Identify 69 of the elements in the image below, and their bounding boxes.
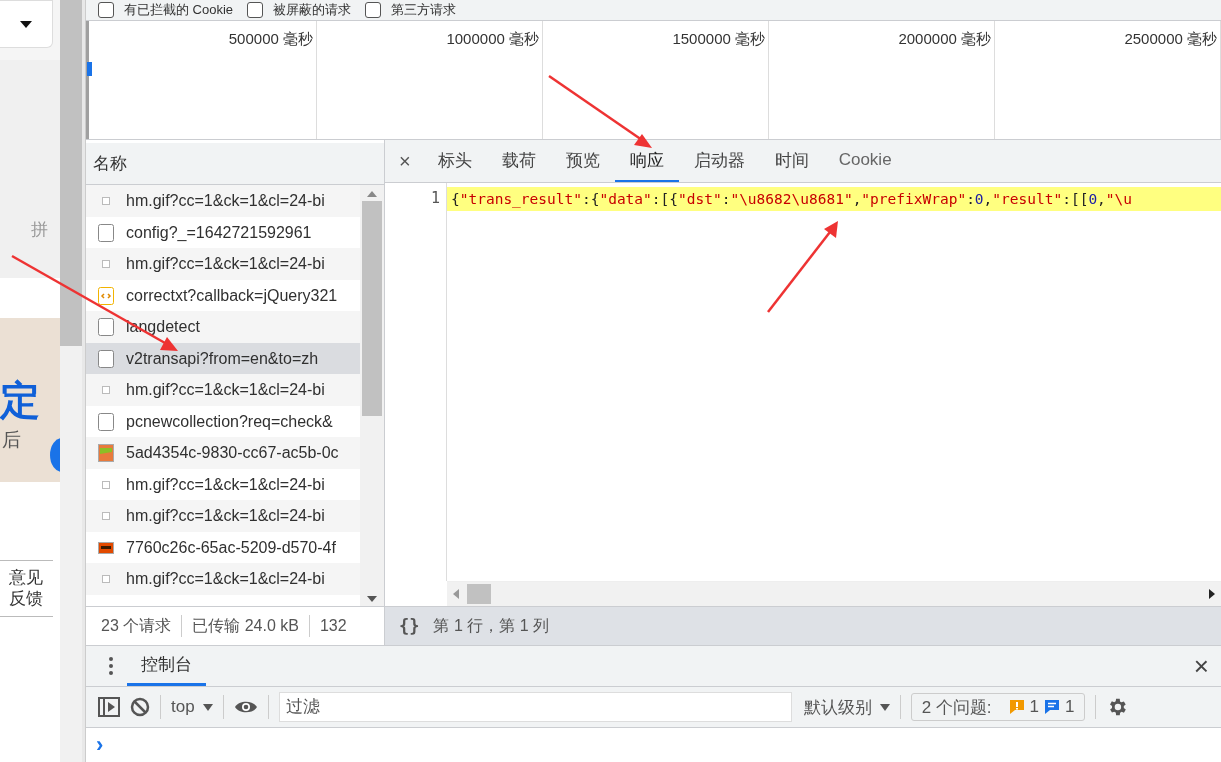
summary-text: 132: [319, 617, 347, 636]
timeline-tick: 500000 毫秒: [228, 30, 313, 47]
request-row[interactable]: hm.gif?cc=1&ck=1&cl=24-bi: [86, 248, 360, 280]
request-row[interactable]: v2transapi?from=en&to=zh: [86, 342, 360, 375]
filter-checkbox[interactable]: 被屏蔽的请求: [247, 0, 352, 20]
scroll-thumb[interactable]: [467, 584, 491, 605]
script-icon: [98, 286, 114, 305]
gif-icon: [102, 575, 110, 584]
list-scrollbar[interactable]: [360, 185, 384, 607]
pretty-print-button[interactable]: {}: [399, 616, 420, 637]
scroll-thumb[interactable]: [362, 201, 382, 417]
horizontal-scrollbar[interactable]: [447, 581, 1221, 607]
timeline-tick: 1000000 毫秒: [446, 30, 539, 47]
banner-text: 后: [2, 430, 21, 449]
feedback-link[interactable]: 意见反馈: [0, 560, 53, 617]
document-icon: [98, 412, 114, 431]
message-icon: [1044, 699, 1060, 716]
page-scrollbar[interactable]: [60, 0, 85, 762]
request-row[interactable]: hm.gif?cc=1&ck=1&cl=24-bi: [86, 374, 360, 406]
clear-icon[interactable]: [130, 697, 150, 718]
more-icon[interactable]: [109, 657, 113, 676]
request-row[interactable]: hm.gif?cc=1&ck=1&cl=24-bi: [86, 563, 360, 595]
waterfall-bar: [87, 62, 92, 76]
gif-icon: [102, 197, 110, 206]
line-number: 1: [430, 189, 440, 208]
scroll-left-icon[interactable]: [453, 589, 459, 600]
panel-tab[interactable]: 标头: [422, 140, 487, 183]
close-button[interactable]: ×: [385, 140, 423, 183]
document-icon: [98, 349, 114, 368]
close-button[interactable]: ×: [1181, 646, 1221, 687]
gif-icon: [102, 480, 110, 489]
document-icon: [98, 318, 114, 337]
image-icon: [98, 541, 114, 554]
filter-checkbox[interactable]: 有已拦截的 Cookie: [98, 0, 234, 20]
warning-icon: [1008, 699, 1025, 716]
column-header: 名称: [93, 153, 127, 176]
gif-icon: [102, 386, 110, 395]
filter-field[interactable]: 过滤: [278, 692, 792, 723]
scroll-up-icon[interactable]: [367, 191, 377, 198]
panel-tab[interactable]: 时间: [759, 140, 824, 183]
scroll-down-icon[interactable]: [367, 596, 377, 603]
request-row[interactable]: hm.gif?cc=1&ck=1&cl=24-bi: [86, 185, 360, 217]
context-dropdown[interactable]: top: [171, 697, 213, 718]
caret-icon: [202, 703, 213, 711]
panel-tab[interactable]: Cookie: [823, 140, 907, 183]
timeline-tick: 2000000 毫秒: [898, 30, 991, 47]
caret-icon: [20, 20, 32, 28]
issues-button[interactable]: 2 个问题: 1 1: [910, 693, 1086, 722]
document-icon: [98, 223, 114, 242]
gif-icon: [102, 512, 110, 521]
log-level-dropdown[interactable]: 默认级别: [803, 695, 890, 719]
request-row[interactable]: 5ad4354c-9830-cc67-ac5b-0c: [86, 437, 360, 469]
panel-tab[interactable]: 启动器: [678, 140, 760, 183]
summary-text: 已传输 24.0 kB: [192, 615, 299, 636]
panel-tab[interactable]: 预览: [550, 140, 615, 183]
console-prompt[interactable]: ›: [96, 732, 104, 757]
caret-icon: [879, 703, 890, 711]
filter-checkbox[interactable]: 第三方请求: [365, 0, 457, 20]
summary-text: 23 个请求: [101, 615, 172, 636]
timeline-tick: 1500000 毫秒: [672, 30, 765, 47]
cursor-position: 第 1 行，第 1 列: [433, 615, 550, 636]
timeline-tick: 2500000 毫秒: [1124, 30, 1217, 47]
scroll-right-icon[interactable]: [1209, 589, 1215, 600]
sidebar-toggle-icon[interactable]: [98, 697, 120, 718]
panel-tab[interactable]: 载荷: [486, 140, 551, 183]
request-row[interactable]: hm.gif?cc=1&ck=1&cl=24-bi: [86, 500, 360, 532]
image-icon: [98, 444, 114, 463]
site-text: 拼: [31, 219, 48, 241]
gif-icon: [102, 260, 110, 269]
